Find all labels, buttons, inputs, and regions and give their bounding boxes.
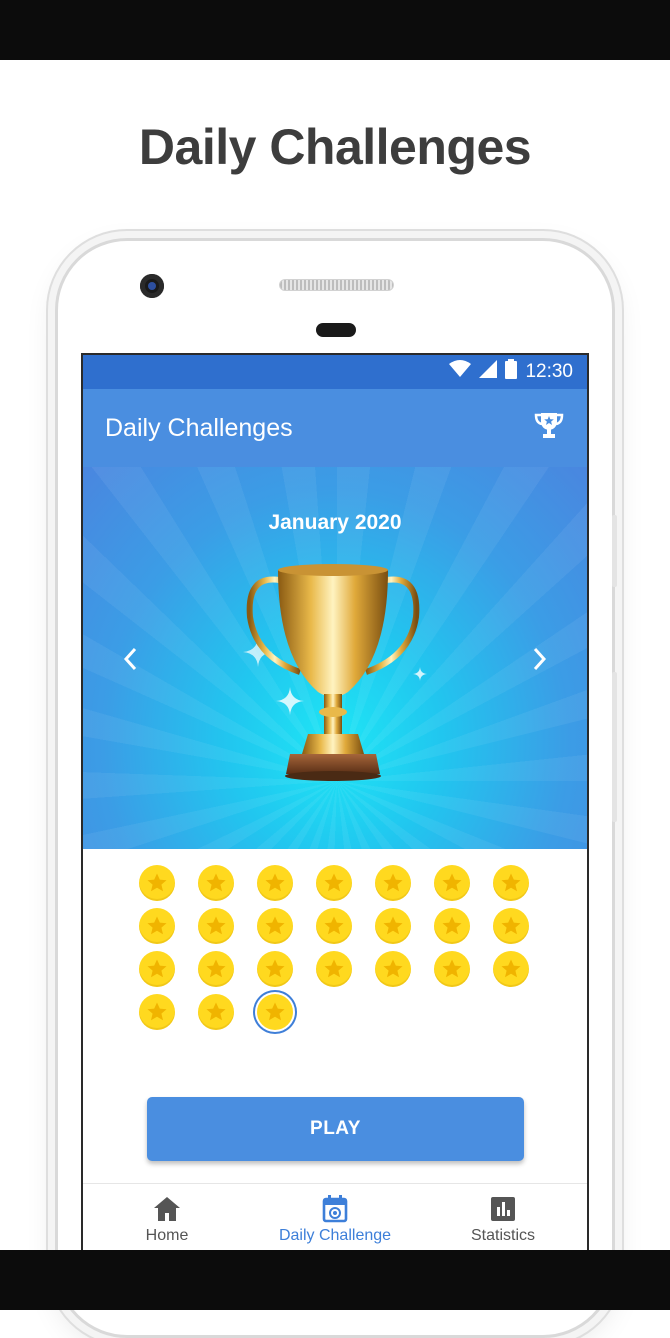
top-black-bar [0,0,670,60]
star-icon [147,873,167,892]
star-icon [147,1002,167,1021]
star-icon [442,916,462,935]
star-icon [265,959,285,978]
battery-icon [505,359,518,385]
nav-label-daily-challenge: Daily Challenge [278,1227,392,1244]
day-badge[interactable] [316,865,352,901]
star-icon [324,959,344,978]
star-icon [442,959,462,978]
star-icon [147,916,167,935]
day-badge[interactable] [434,951,470,987]
day-badge[interactable] [139,951,175,987]
star-icon [501,873,521,892]
day-badge[interactable] [493,865,529,901]
nav-item-daily-challenge[interactable]: Daily Challenge [251,1184,419,1250]
day-badge[interactable] [493,951,529,987]
bottom-navigation: Home Daily Challenge Statistics [83,1183,587,1250]
star-icon [324,873,344,892]
star-icon [265,1002,285,1021]
phone-side-button [612,515,617,587]
play-button[interactable]: PLAY [147,1097,524,1161]
nav-label-statistics: Statistics [470,1227,535,1244]
bar-chart-icon [491,1197,515,1221]
day-badge[interactable] [198,865,234,901]
wifi-icon [449,360,472,384]
phone-sensor [316,323,356,337]
day-badge[interactable] [198,908,234,944]
chevron-right-icon[interactable] [519,639,559,679]
signal-icon [479,360,498,384]
star-icon [383,959,403,978]
day-badge[interactable] [139,865,175,901]
day-badge[interactable] [316,908,352,944]
status-time: 12:30 [525,361,573,382]
app-bar: Daily Challenges [83,389,587,467]
trophy-icon[interactable] [533,411,565,446]
day-badge[interactable] [493,908,529,944]
phone-speaker [279,279,394,291]
star-icon [324,916,344,935]
nav-item-home[interactable]: Home [83,1184,251,1250]
bottom-black-bar [0,1250,670,1310]
chevron-left-icon[interactable] [111,639,151,679]
home-icon [154,1197,180,1221]
star-icon [206,873,226,892]
page-headline: Daily Challenges [138,119,532,175]
star-icon [265,873,285,892]
star-icon [265,916,285,935]
star-icon [206,1002,226,1021]
day-badge[interactable] [375,951,411,987]
month-hero: January 2020 [83,467,587,849]
day-badge[interactable] [434,865,470,901]
star-icon [501,959,521,978]
day-badge[interactable] [434,908,470,944]
day-badge[interactable] [375,908,411,944]
front-camera [140,274,164,298]
day-badge[interactable] [257,908,293,944]
phone-screen: 12:30 Daily Challenges January 2020 PLAY… [81,353,589,1250]
star-icon [206,916,226,935]
day-badge[interactable] [139,994,175,1030]
star-icon [147,959,167,978]
day-badge[interactable] [198,994,234,1030]
nav-label-home: Home [145,1227,189,1244]
day-badge[interactable] [375,865,411,901]
trophy-illustration [246,564,420,781]
day-badge-current[interactable] [257,994,293,1030]
app-bar-title: Daily Challenges [105,413,293,442]
day-badge[interactable] [139,908,175,944]
day-badge[interactable] [257,865,293,901]
day-badge[interactable] [257,951,293,987]
month-label: January 2020 [268,511,402,534]
star-icon [383,873,403,892]
status-bar: 12:30 [83,355,587,389]
day-badge[interactable] [316,951,352,987]
star-icon [383,916,403,935]
star-icon [442,873,462,892]
star-icon [206,959,226,978]
phone-volume-button [612,672,617,822]
nav-item-statistics[interactable]: Statistics [419,1184,587,1250]
star-icon [501,916,521,935]
day-badge[interactable] [198,951,234,987]
calendar-icon [322,1195,348,1223]
